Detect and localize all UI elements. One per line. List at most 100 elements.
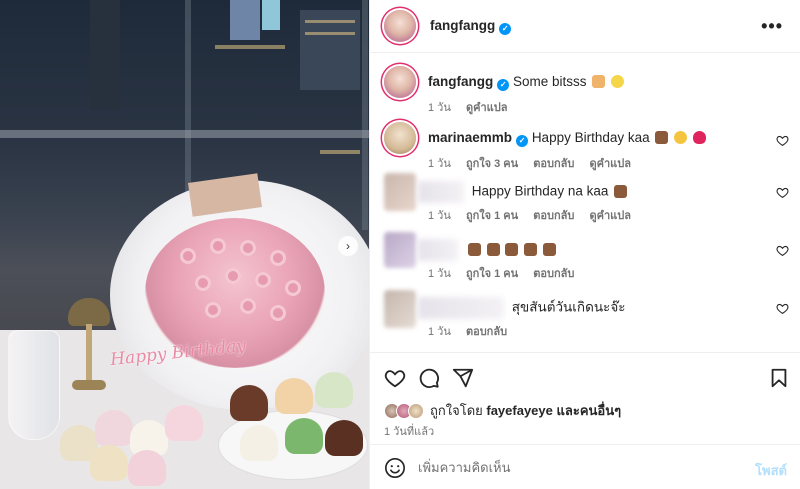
liker-avatar[interactable]	[408, 402, 424, 419]
reply-button[interactable]: ตอบกลับ	[466, 326, 507, 338]
bookmark-icon[interactable]	[768, 367, 790, 389]
comment-input[interactable]	[418, 455, 718, 479]
rose	[225, 268, 241, 284]
comment-username[interactable]	[418, 181, 464, 203]
rose	[205, 302, 221, 318]
caption-avatar[interactable]	[384, 66, 416, 98]
comment-username[interactable]: marinaemmb	[428, 130, 512, 145]
comment-time[interactable]: 1 วัน	[428, 158, 451, 170]
reply-button[interactable]: ตอบกลับ	[533, 210, 574, 222]
rose	[270, 305, 286, 321]
verified-badge-icon: ✓	[516, 135, 529, 147]
city-light	[215, 45, 285, 49]
rose	[210, 238, 226, 254]
liked-by-user[interactable]: fayefayeye	[486, 403, 553, 418]
emoji-smile-icon[interactable]	[384, 457, 406, 479]
commenter-avatar[interactable]	[384, 122, 416, 154]
party-face-emoji-icon	[674, 131, 688, 144]
table-lamp	[68, 298, 110, 326]
cake-emoji-icon	[655, 131, 669, 144]
comment-username[interactable]	[418, 297, 504, 319]
caption-translate-link[interactable]: ดูคำแปล	[466, 102, 508, 114]
rose	[285, 280, 301, 296]
comment-text: Happy Birthday na kaa	[471, 183, 609, 199]
verified-badge-icon: ✓	[499, 23, 512, 35]
post-actions: ถูกใจโดย fayefayeye และคนอื่นๆ 1 วันที่แ…	[370, 352, 800, 444]
verified-badge-icon: ✓	[497, 79, 510, 91]
cupcake	[95, 410, 133, 446]
caption-username[interactable]: fangfangg	[428, 74, 493, 89]
lamp-stem	[86, 324, 92, 384]
comment-text: สุขสันต์วันเกิดนะจ๊ะ	[511, 299, 626, 315]
post-date[interactable]: 1 วันที่แล้ว	[384, 422, 434, 440]
comment-time[interactable]: 1 วัน	[428, 210, 451, 222]
cake-emoji-icon	[614, 184, 628, 198]
comment-meta: 1 วัน ถูกใจ 1 คน ตอบกลับ ดูคำแปล	[428, 206, 643, 224]
city-building	[90, 0, 120, 110]
post-comment-button[interactable]: โพสต์	[755, 460, 787, 481]
heart-icon[interactable]	[384, 367, 406, 389]
translate-link[interactable]: ดูคำแปล	[589, 158, 631, 170]
cake-emoji-icon	[505, 242, 519, 256]
liked-by-others[interactable]: และคนอื่นๆ	[557, 400, 622, 421]
author-avatar[interactable]	[384, 10, 416, 42]
city-light	[305, 32, 355, 35]
liked-by-avatars	[384, 402, 424, 419]
commenter-avatar[interactable]	[384, 232, 416, 268]
author-username[interactable]: fangfangg	[430, 18, 495, 33]
heart-icon[interactable]	[776, 302, 789, 315]
rose	[240, 240, 256, 256]
comment-time[interactable]: 1 วัน	[428, 326, 451, 338]
petit-four	[230, 385, 268, 421]
sparkles-emoji-icon	[611, 75, 625, 88]
cupcake	[165, 405, 203, 441]
window-frame	[0, 130, 369, 138]
commenter-avatar[interactable]	[384, 290, 416, 328]
rose	[270, 250, 286, 266]
petit-four	[240, 425, 278, 461]
post-photo[interactable]: Happy Birthday ›	[0, 0, 369, 489]
post-panel: fangfangg ✓ ••• fangfangg ✓ Some bitsss 1 …	[369, 0, 800, 489]
comment-icon[interactable]	[418, 367, 440, 389]
next-photo-button[interactable]: ›	[338, 236, 358, 256]
heart-icon[interactable]	[776, 244, 789, 257]
city-light	[305, 20, 355, 23]
share-icon[interactable]	[452, 367, 474, 389]
city-building	[230, 0, 260, 40]
comment-time[interactable]: 1 วัน	[428, 268, 451, 280]
reply-button[interactable]: ตอบกลับ	[533, 268, 574, 280]
cake-emoji-icon	[592, 75, 606, 88]
caption-text: Some bitsss	[513, 74, 587, 89]
comment-likes[interactable]: ถูกใจ 3 คน	[466, 158, 518, 170]
comment-body: marinaemmb ✓ Happy Birthday kaa	[428, 129, 768, 147]
rose	[240, 298, 256, 314]
heart-icon[interactable]	[776, 186, 789, 199]
more-horizontal-icon: •••	[761, 16, 783, 36]
red-heart-emoji-icon	[692, 131, 706, 144]
heart-icon[interactable]	[776, 134, 789, 147]
city-building	[262, 0, 280, 30]
reply-button[interactable]: ตอบกลับ	[533, 158, 574, 170]
cake-emoji-icon	[542, 242, 556, 256]
comment-body	[418, 239, 758, 261]
translate-link[interactable]: ดูคำแปล	[589, 210, 631, 222]
more-options-button[interactable]: •••	[761, 16, 783, 37]
cupcake	[90, 445, 128, 481]
caption-meta: 1 วัน ดูคำแปล	[428, 98, 519, 116]
chevron-right-icon: ›	[346, 239, 350, 253]
lamp-base	[72, 380, 106, 390]
comment-meta: 1 วัน ถูกใจ 1 คน ตอบกลับ	[428, 264, 586, 282]
cake-emoji-icon	[467, 242, 481, 256]
author-name-row: fangfangg ✓	[430, 17, 512, 35]
comment-username[interactable]	[418, 239, 458, 261]
comment-meta: 1 วัน ถูกใจ 3 คน ตอบกลับ ดูคำแปล	[428, 154, 643, 172]
comment-body: สุขสันต์วันเกิดนะจ๊ะ	[418, 297, 758, 319]
petit-four	[315, 372, 353, 408]
caption-time[interactable]: 1 วัน	[428, 102, 451, 114]
comment-likes[interactable]: ถูกใจ 1 คน	[466, 268, 518, 280]
comment-likes[interactable]: ถูกใจ 1 คน	[466, 210, 518, 222]
comments-list[interactable]: fangfangg ✓ Some bitsss 1 วัน ดูคำแปล mar…	[370, 54, 800, 351]
petit-four	[275, 378, 313, 414]
rose	[180, 248, 196, 264]
commenter-avatar[interactable]	[384, 173, 416, 211]
